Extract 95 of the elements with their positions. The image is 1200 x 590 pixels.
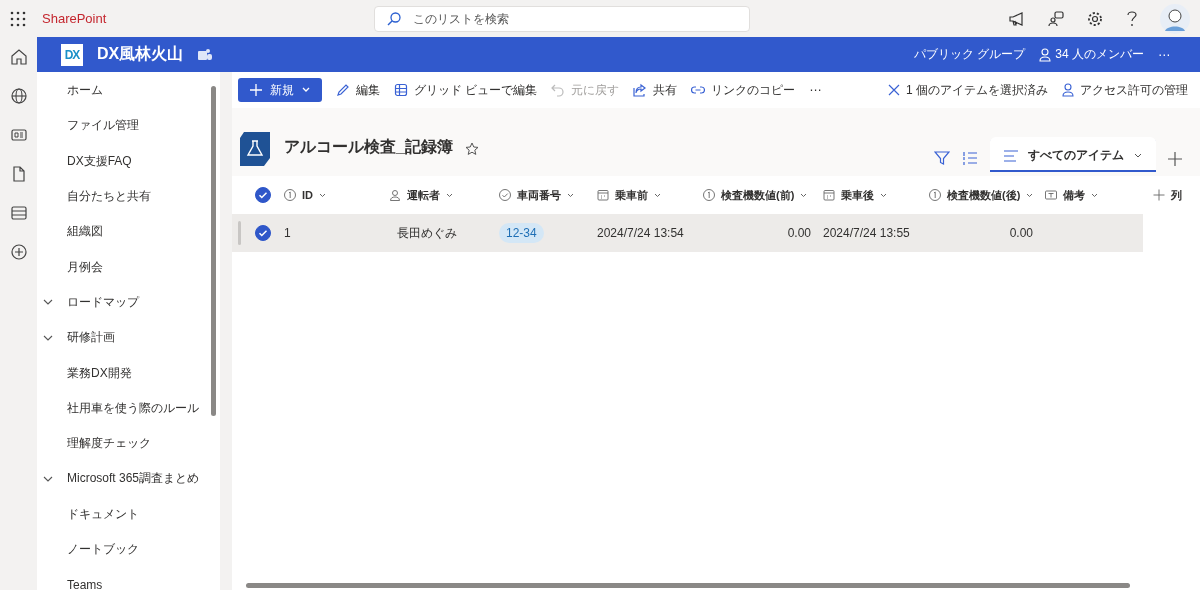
view-tab[interactable]: すべてのアイテム: [990, 137, 1156, 172]
caret-icon: [567, 192, 574, 198]
list-title: アルコール検査_記録簿: [284, 137, 453, 157]
person-icon: [1062, 83, 1074, 97]
create-icon[interactable]: [9, 243, 28, 261]
new-button[interactable]: 新規: [238, 78, 322, 102]
toolbar-button[interactable]: リンクのコピー: [685, 76, 802, 104]
column-header[interactable]: 乗車後: [823, 187, 929, 203]
number-icon: [284, 189, 296, 201]
plus-icon: [1153, 189, 1165, 201]
table-cell: 2024/7/24 13:54: [597, 226, 684, 240]
caret-icon: [654, 192, 661, 198]
nav-item[interactable]: 社用車を使う際のルール: [37, 390, 211, 426]
column-header[interactable]: 検査機数値(前): [703, 187, 823, 203]
link-icon: [691, 83, 706, 97]
person-icon: [389, 189, 401, 201]
filter-icon[interactable]: [934, 150, 950, 166]
list-icon[interactable]: [9, 204, 28, 222]
more-button[interactable]: ⋯: [1158, 47, 1170, 62]
close-icon: [888, 84, 900, 96]
avatar[interactable]: [1160, 3, 1190, 34]
column-header[interactable]: 運転者: [389, 187, 499, 203]
column-header[interactable]: 備考: [1045, 187, 1153, 203]
nav-item[interactable]: 研修計画: [37, 320, 211, 356]
check-circle-icon: [499, 189, 511, 201]
caret-icon: [1134, 152, 1142, 159]
nav-item[interactable]: ノートブック: [37, 531, 211, 568]
news-icon[interactable]: [9, 126, 28, 144]
select-all-checkbox[interactable]: [255, 187, 271, 203]
calendar-icon: [597, 189, 609, 201]
caret-icon: [1091, 192, 1098, 198]
choice-pill: 12-34: [499, 223, 544, 243]
table-cell: 0.00: [1009, 226, 1033, 240]
clear-selection-button[interactable]: 1 個のアイテムを選択済み: [882, 76, 1054, 104]
home-icon[interactable]: [9, 48, 28, 66]
members-link[interactable]: 34 人のメンバー: [1039, 46, 1144, 63]
toolbar-button[interactable]: 共有: [627, 76, 684, 104]
undo-icon: [551, 83, 566, 97]
text-icon: [1045, 189, 1057, 201]
caret-icon: [880, 192, 887, 198]
number-icon: [929, 189, 941, 201]
share-icon: [633, 83, 648, 97]
column-header[interactable]: 乗車前: [597, 187, 703, 203]
column-header[interactable]: 検査機数値(後): [929, 187, 1045, 203]
plus-icon: [250, 84, 262, 96]
nav-item[interactable]: DX支援FAQ: [37, 143, 211, 179]
manage-access-button[interactable]: アクセス許可の管理: [1056, 76, 1194, 104]
table-cell: 0.00: [787, 226, 811, 240]
table-cell: 2024/7/24 13:55: [823, 226, 910, 240]
column-header[interactable]: 列: [1153, 187, 1200, 203]
pencil-icon: [336, 83, 350, 97]
search-icon: [386, 10, 403, 27]
more-button[interactable]: ⋯: [803, 76, 828, 104]
calendar-icon: [823, 189, 835, 201]
caret-icon: [1026, 192, 1034, 198]
toolbar-button[interactable]: グリッド ビューで編集: [388, 76, 544, 104]
nav-item[interactable]: 自分たちと共有: [37, 178, 211, 215]
grid-icon: [394, 83, 408, 97]
nav-item[interactable]: ロードマップ: [37, 284, 211, 321]
table-cell: 長田めぐみ: [397, 224, 457, 242]
caret-icon: [446, 192, 453, 198]
number-icon: [703, 189, 715, 201]
row-checkbox[interactable]: [255, 225, 271, 241]
app-launcher-icon[interactable]: [10, 10, 26, 27]
nav-item[interactable]: 月例会: [37, 249, 211, 285]
toolbar-button[interactable]: 編集: [330, 76, 386, 104]
help-icon[interactable]: [1125, 9, 1139, 28]
caret-icon: [302, 87, 310, 93]
search-field[interactable]: このリストを検索: [374, 5, 751, 32]
megaphone-icon[interactable]: [1008, 9, 1026, 28]
globe-icon[interactable]: [9, 87, 28, 105]
chat-icon[interactable]: [1047, 9, 1065, 28]
site-logo[interactable]: DX: [61, 43, 83, 66]
nav-item[interactable]: ドキュメント: [37, 496, 211, 532]
group-type: パブリック グループ: [913, 46, 1026, 63]
nav-item[interactable]: 業務DX開発: [37, 355, 211, 391]
nav-item[interactable]: 組織図: [37, 214, 211, 250]
nav-item[interactable]: Microsoft 365調査まとめ: [37, 461, 211, 497]
settings-icon[interactable]: [1086, 9, 1104, 28]
site-title[interactable]: DX風林火山: [97, 44, 184, 65]
table-cell: 1: [284, 226, 291, 240]
star-icon[interactable]: [464, 142, 479, 156]
nav-item[interactable]: 理解度チェック: [37, 425, 211, 462]
add-view-icon[interactable]: [1168, 152, 1182, 166]
nav-item[interactable]: ホーム: [37, 73, 211, 109]
person-icon: [1039, 47, 1052, 62]
caret-icon: [319, 192, 326, 198]
column-header[interactable]: ID: [284, 189, 389, 201]
app-name[interactable]: SharePoint: [42, 11, 107, 26]
nav-item[interactable]: Teams: [37, 567, 211, 590]
column-header[interactable]: 車両番号: [499, 187, 597, 203]
list-flask-icon: [238, 132, 272, 166]
lines-icon: [1004, 149, 1018, 162]
caret-icon: [800, 192, 808, 198]
nav-item[interactable]: ファイル管理: [37, 108, 211, 144]
